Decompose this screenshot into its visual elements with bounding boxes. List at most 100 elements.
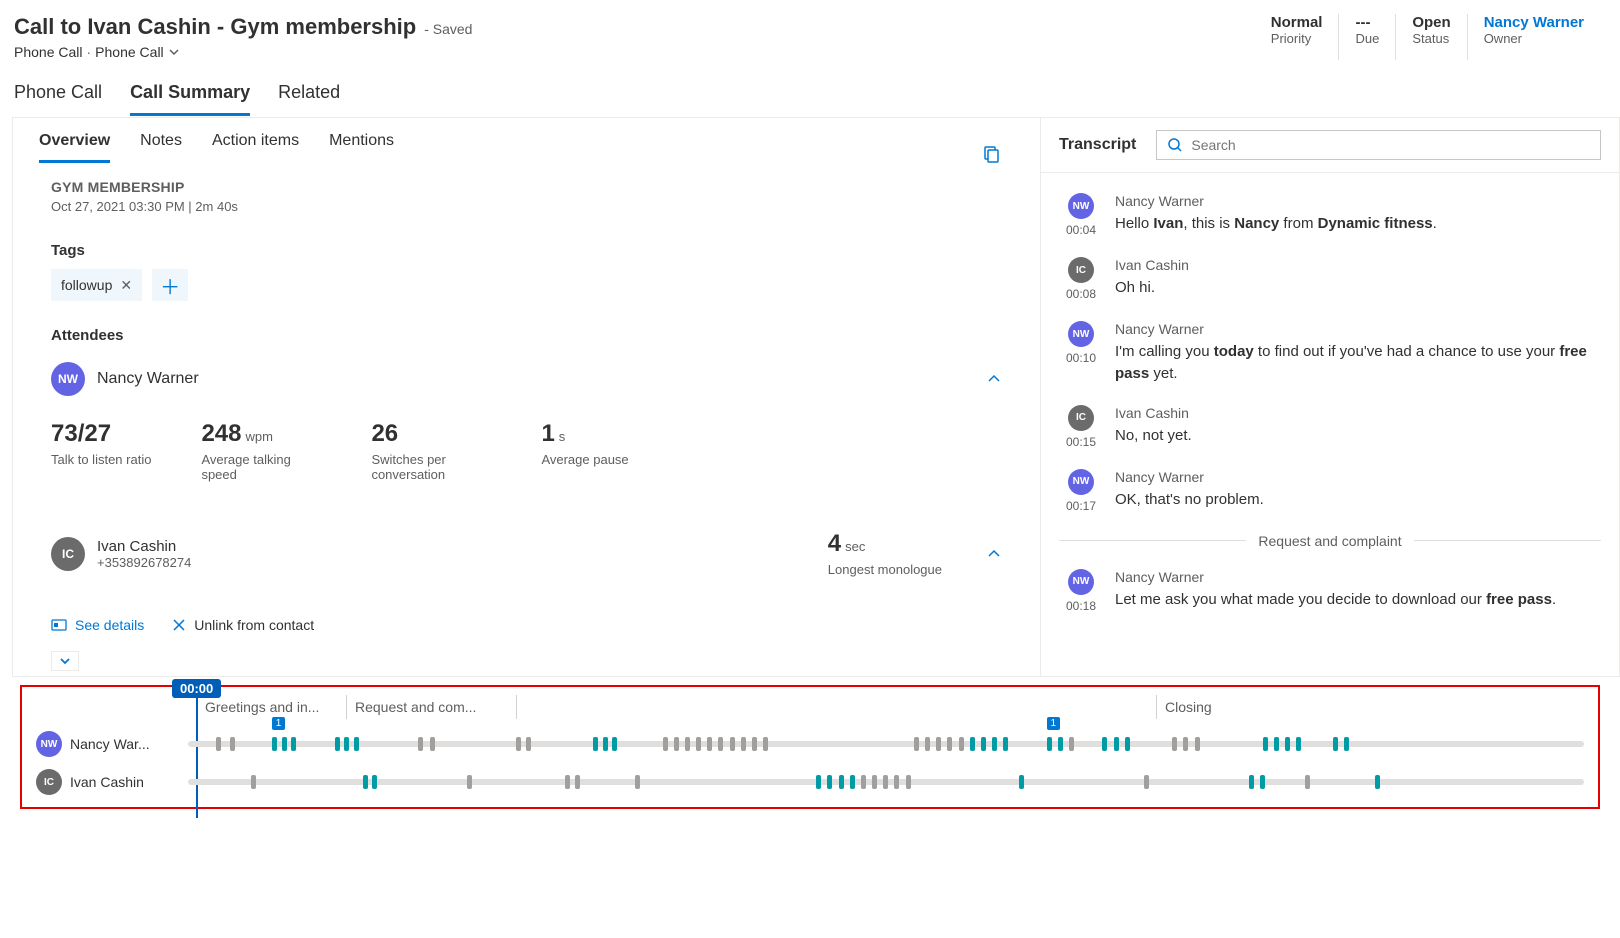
playhead-marker[interactable]: 00:00	[172, 679, 221, 818]
timeline-tick[interactable]	[565, 775, 570, 789]
timeline-tick[interactable]	[251, 775, 256, 789]
timeline-tick[interactable]	[230, 737, 235, 751]
timeline-tick[interactable]	[335, 737, 340, 751]
timeline-tick[interactable]	[612, 737, 617, 751]
timeline-tick[interactable]	[363, 775, 368, 789]
transcript-turn[interactable]: NW 00:18 Nancy Warner Let me ask you wha…	[1059, 559, 1601, 623]
timeline-tick[interactable]	[872, 775, 877, 789]
breadcrumb-item[interactable]: Phone Call	[95, 44, 164, 60]
timeline-tick[interactable]	[430, 737, 435, 751]
timeline-tick[interactable]	[1047, 737, 1052, 751]
search-input[interactable]	[1156, 130, 1601, 160]
timeline-tick[interactable]	[467, 775, 472, 789]
timeline-tick[interactable]	[282, 737, 287, 751]
timeline-tick[interactable]	[981, 737, 986, 751]
timeline-tick[interactable]	[272, 737, 277, 751]
track-bar[interactable]: 11	[188, 741, 1584, 747]
timeline-tick[interactable]	[718, 737, 723, 751]
timeline-tick[interactable]	[516, 737, 521, 751]
timeline-tick[interactable]	[850, 775, 855, 789]
timeline-tick[interactable]	[827, 775, 832, 789]
track-bar[interactable]	[188, 779, 1584, 785]
timeline-tick[interactable]	[1144, 775, 1149, 789]
timeline-tick[interactable]	[816, 775, 821, 789]
sub-tab[interactable]: Mentions	[329, 132, 394, 163]
timeline-tick[interactable]	[959, 737, 964, 751]
timeline-tick[interactable]	[1305, 775, 1310, 789]
copy-icon[interactable]	[980, 144, 1000, 164]
sub-tab[interactable]: Overview	[39, 132, 110, 163]
timeline-tick[interactable]	[1249, 775, 1254, 789]
timeline-segment[interactable]	[516, 695, 1156, 719]
timeline-tick[interactable]	[1058, 737, 1063, 751]
timeline-tick[interactable]	[1069, 737, 1074, 751]
timeline-tick[interactable]	[1274, 737, 1279, 751]
tag-chip[interactable]: followup ✕	[51, 269, 142, 301]
timeline-tick[interactable]	[1125, 737, 1130, 751]
breadcrumb-item[interactable]: Phone Call	[14, 44, 83, 60]
chevron-up-icon[interactable]	[986, 371, 1002, 387]
timeline-tick[interactable]	[992, 737, 997, 751]
timeline-tick[interactable]	[1260, 775, 1265, 789]
timeline-tick[interactable]	[696, 737, 701, 751]
timeline-segment[interactable]: Closing	[1156, 695, 1456, 719]
timeline-tick[interactable]	[1344, 737, 1349, 751]
timeline-tick[interactable]	[344, 737, 349, 751]
timeline-tick[interactable]	[707, 737, 712, 751]
timeline-tick[interactable]	[635, 775, 640, 789]
transcript-turn[interactable]: NW 00:17 Nancy Warner OK, that's no prob…	[1059, 459, 1601, 523]
timeline-tick[interactable]	[418, 737, 423, 751]
timeline-tick[interactable]	[936, 737, 941, 751]
timeline-tick[interactable]	[372, 775, 377, 789]
timeline-tick[interactable]	[1333, 737, 1338, 751]
timeline-tick[interactable]	[575, 775, 580, 789]
timeline-tick[interactable]	[925, 737, 930, 751]
main-tab[interactable]: Call Summary	[130, 82, 250, 116]
timeline-tick[interactable]	[354, 737, 359, 751]
close-icon[interactable]: ✕	[120, 277, 132, 294]
timeline-tick[interactable]	[603, 737, 608, 751]
timeline-tick[interactable]	[663, 737, 668, 751]
timeline-tick[interactable]	[685, 737, 690, 751]
timeline-tick[interactable]	[1195, 737, 1200, 751]
timeline-tick[interactable]	[763, 737, 768, 751]
timeline-tick[interactable]	[894, 775, 899, 789]
timeline-tick[interactable]	[1285, 737, 1290, 751]
expand-down-button[interactable]	[51, 651, 79, 671]
timeline-tick[interactable]	[752, 737, 757, 751]
timeline-tick[interactable]	[947, 737, 952, 751]
attendee-row[interactable]: NW Nancy Warner	[51, 344, 1002, 406]
timeline-tick[interactable]	[1183, 737, 1188, 751]
timeline-tick[interactable]	[883, 775, 888, 789]
timeline-tick[interactable]	[216, 737, 221, 751]
sub-tab[interactable]: Notes	[140, 132, 182, 163]
timeline-tick[interactable]	[1003, 737, 1008, 751]
search-field[interactable]	[1191, 137, 1590, 153]
transcript-turn[interactable]: IC 00:15 Ivan Cashin No, not yet.	[1059, 395, 1601, 459]
chevron-up-icon[interactable]	[986, 546, 1002, 562]
sub-tab[interactable]: Action items	[212, 132, 299, 163]
timeline-tick[interactable]	[914, 737, 919, 751]
timeline-tick[interactable]	[1296, 737, 1301, 751]
timeline-tick[interactable]	[906, 775, 911, 789]
transcript-turn[interactable]: NW 00:04 Nancy Warner Hello Ivan, this i…	[1059, 183, 1601, 247]
status-value[interactable]: Nancy Warner	[1484, 14, 1584, 31]
main-tab[interactable]: Phone Call	[14, 82, 102, 116]
timeline-tick[interactable]	[674, 737, 679, 751]
timeline-tick[interactable]	[970, 737, 975, 751]
main-tab[interactable]: Related	[278, 82, 340, 116]
add-tag-button[interactable]: ＋	[152, 269, 188, 301]
transcript-turn[interactable]: IC 00:08 Ivan Cashin Oh hi.	[1059, 247, 1601, 311]
chevron-down-icon[interactable]	[168, 46, 180, 58]
timeline-tick[interactable]	[526, 737, 531, 751]
timeline-tick[interactable]	[593, 737, 598, 751]
see-details-link[interactable]: See details	[51, 617, 144, 633]
transcript-turn[interactable]: NW 00:10 Nancy Warner I'm calling you to…	[1059, 311, 1601, 395]
timeline-tick[interactable]	[1172, 737, 1177, 751]
timeline-tick[interactable]	[741, 737, 746, 751]
timeline-tick[interactable]	[1114, 737, 1119, 751]
timeline-tick[interactable]	[1263, 737, 1268, 751]
timeline-tick[interactable]	[1375, 775, 1380, 789]
timeline-tick[interactable]	[1102, 737, 1107, 751]
timeline-segment[interactable]: Request and com...	[346, 695, 516, 719]
